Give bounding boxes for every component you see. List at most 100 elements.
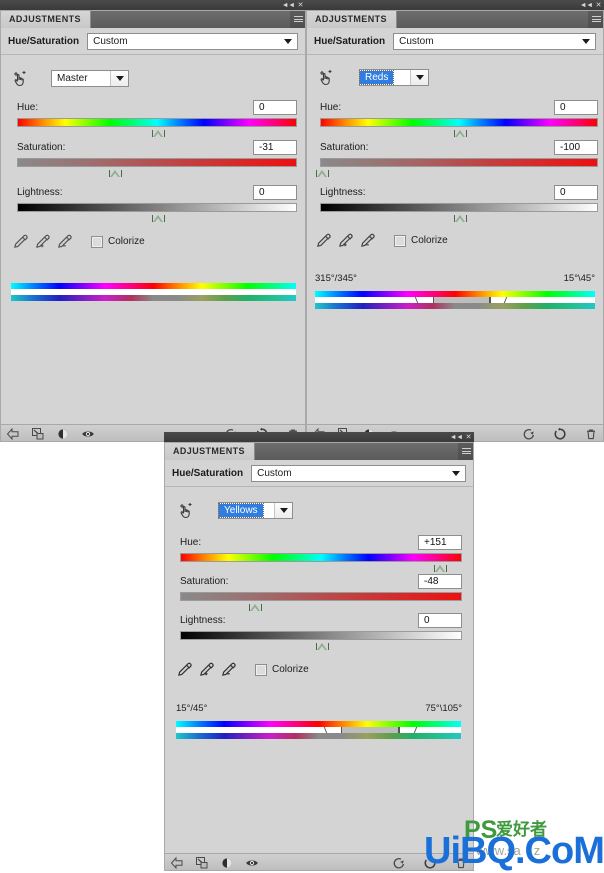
toggle-layer-visibility-icon[interactable] — [220, 856, 234, 870]
channel-select[interactable]: Reds — [358, 68, 429, 86]
eyedropper-plus-icon[interactable] — [198, 661, 215, 678]
reset-to-previous-icon[interactable] — [392, 856, 406, 870]
slider-hue-thumb[interactable] — [454, 130, 467, 137]
eye-icon[interactable] — [81, 427, 95, 441]
return-to-adjustment-list-icon[interactable] — [170, 856, 184, 870]
range-falloff-left-handle[interactable] — [317, 727, 327, 733]
preset-select[interactable]: Custom — [87, 32, 298, 50]
slider-saturation-value[interactable]: -31 — [253, 139, 297, 155]
tab-adjustments[interactable]: ADJUSTMENTS — [164, 442, 255, 460]
colorize-row[interactable]: Colorize — [91, 235, 145, 248]
slider-saturation-track[interactable] — [316, 158, 598, 177]
channel-value: Reds — [358, 69, 395, 85]
panel-menu-icon[interactable] — [588, 10, 604, 28]
toggle-layer-visibility-icon[interactable] — [56, 427, 70, 441]
close-icon[interactable]: ✕ — [298, 2, 304, 9]
eyedropper-plus-icon[interactable] — [34, 233, 51, 250]
channel-dropdown-button[interactable] — [410, 69, 428, 85]
channel-dropdown-button[interactable] — [274, 502, 292, 518]
slider-hue-track[interactable] — [320, 118, 598, 137]
range-falloff-right-handle[interactable] — [414, 727, 424, 733]
return-to-adjustment-list-icon[interactable] — [6, 427, 20, 441]
chevron-down-icon — [452, 471, 460, 476]
slider-hue-value[interactable]: 0 — [253, 99, 297, 115]
range-end-handle[interactable] — [488, 297, 490, 303]
eye-icon[interactable] — [245, 856, 259, 870]
eyedropper-minus-icon[interactable] — [359, 232, 376, 249]
channel-select[interactable]: Yellows — [218, 501, 293, 519]
slider-lightness-value[interactable]: 0 — [554, 184, 598, 200]
slider-hue-thumb[interactable] — [152, 130, 165, 137]
slider-saturation-value[interactable]: -100 — [554, 139, 598, 155]
tab-adjustments[interactable]: ADJUSTMENTS — [306, 10, 397, 28]
clip-to-layer-icon[interactable] — [195, 856, 209, 870]
range-falloff-left-handle[interactable] — [408, 297, 419, 303]
target-adjustment-hand-icon[interactable] — [9, 67, 31, 89]
slider-lightness-thumb[interactable] — [152, 215, 165, 222]
slider-lightness-value[interactable]: 0 — [253, 184, 297, 200]
eyedropper-minus-icon[interactable] — [56, 233, 73, 250]
colorize-checkbox[interactable] — [91, 235, 103, 248]
reset-icon[interactable] — [553, 427, 567, 441]
eyedropper-icon[interactable] — [176, 661, 193, 678]
hue-range-handles[interactable] — [176, 727, 461, 733]
channel-select[interactable]: Master — [51, 69, 129, 87]
eyedropper-icon[interactable] — [315, 232, 332, 249]
slider-hue-track[interactable] — [180, 553, 462, 572]
hue-range-handles[interactable] — [315, 297, 595, 303]
hue-range-control-bar[interactable] — [315, 297, 595, 303]
slider-lightness-thumb[interactable] — [316, 643, 329, 650]
eyedropper-icon[interactable] — [12, 233, 29, 250]
colorize-row[interactable]: Colorize — [255, 663, 309, 676]
slider-saturation-thumb[interactable] — [316, 170, 329, 177]
range-core[interactable] — [341, 727, 401, 733]
slider-lightness-track[interactable] — [180, 631, 462, 650]
collapse-double-arrow-icon[interactable]: ◄◄ — [282, 2, 295, 9]
target-adjustment-hand-icon[interactable] — [315, 66, 337, 88]
slider-hue-thumb[interactable] — [433, 565, 447, 572]
close-icon[interactable]: ✕ — [466, 434, 472, 441]
slider-lightness-track[interactable] — [320, 203, 598, 222]
reset-icon[interactable] — [423, 856, 437, 870]
range-falloff-right-handle[interactable] — [504, 297, 514, 303]
target-adjustment-hand-icon[interactable] — [175, 499, 197, 521]
slider-hue-label: Hue: — [320, 101, 342, 113]
slider-hue: Hue: 0 — [17, 99, 297, 137]
slider-saturation-track[interactable] — [180, 592, 462, 611]
slider-lightness-track[interactable] — [17, 203, 297, 222]
slider-saturation-track[interactable] — [17, 158, 297, 177]
trash-icon[interactable] — [584, 427, 598, 441]
preset-select[interactable]: Custom — [251, 464, 466, 482]
reset-to-previous-icon[interactable] — [522, 427, 536, 441]
tab-adjustments[interactable]: ADJUSTMENTS — [0, 10, 91, 28]
slider-saturation-value[interactable]: -48 — [418, 573, 462, 589]
range-end-handle[interactable] — [398, 727, 400, 733]
hue-range-control-bar[interactable] — [11, 289, 296, 295]
tab-strip-filler — [396, 10, 588, 28]
panel-menu-icon[interactable] — [458, 442, 474, 460]
slider-lightness-value[interactable]: 0 — [418, 612, 462, 628]
preset-select[interactable]: Custom — [393, 32, 596, 50]
panel-menu-icon[interactable] — [290, 10, 306, 28]
range-core[interactable] — [432, 297, 491, 303]
slider-lightness: Lightness: 0 — [17, 184, 297, 222]
eyedropper-plus-icon[interactable] — [337, 232, 354, 249]
collapse-double-arrow-icon[interactable]: ◄◄ — [450, 434, 463, 441]
chevron-down-icon — [284, 39, 292, 44]
close-icon[interactable]: ✕ — [596, 2, 602, 9]
channel-dropdown-button[interactable] — [110, 70, 128, 86]
eyedropper-minus-icon[interactable] — [220, 661, 237, 678]
colorize-checkbox[interactable] — [394, 234, 406, 247]
clip-to-layer-icon[interactable] — [31, 427, 45, 441]
slider-saturation-thumb[interactable] — [108, 170, 122, 177]
slider-saturation-thumb[interactable] — [248, 604, 262, 611]
collapse-double-arrow-icon[interactable]: ◄◄ — [580, 2, 593, 9]
colorize-checkbox[interactable] — [255, 663, 267, 676]
slider-hue-value[interactable]: 0 — [554, 99, 598, 115]
colorize-row[interactable]: Colorize — [394, 234, 448, 247]
trash-icon[interactable] — [454, 856, 468, 870]
slider-hue-track[interactable] — [17, 118, 297, 137]
slider-lightness-thumb[interactable] — [454, 215, 467, 222]
slider-hue-value[interactable]: +151 — [418, 534, 462, 550]
hue-range-control-bar[interactable] — [176, 727, 461, 733]
